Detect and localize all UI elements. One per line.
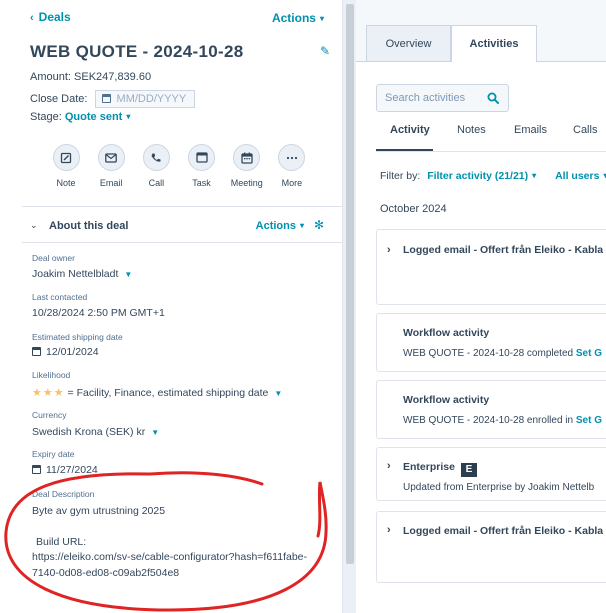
last-contacted-label: Last contacted [32, 292, 88, 302]
deal-description-line[interactable]: Byte av gym utrustning 2025 [32, 504, 165, 519]
expiry-date-label: Expiry date [32, 449, 75, 459]
caret-down-icon: ▼ [151, 428, 160, 437]
search-icon [487, 92, 499, 104]
about-section-header[interactable]: ⌄ About this deal Actions ▾ ✻ [30, 218, 324, 234]
workflow-link[interactable]: Set G [576, 415, 602, 426]
enterprise-logo-icon: E [460, 463, 477, 477]
activity-card[interactable]: Workflow activity WEB QUOTE - 2024-10-28… [376, 313, 606, 372]
note-action-button[interactable]: Note [44, 144, 88, 190]
tab-emails[interactable]: Emails [514, 124, 547, 136]
header-actions-dropdown[interactable]: Actions ▾ [272, 11, 324, 25]
sidebar-scrollbar[interactable] [342, 0, 356, 613]
caret-down-icon: ▾ [126, 112, 131, 121]
deal-amount: Amount: SEK247,839.60 [30, 71, 152, 83]
scrollbar-thumb[interactable] [346, 4, 354, 564]
chevron-left-icon: ‹ [30, 12, 34, 24]
sidebar-header: ‹ Deals Actions ▾ [30, 10, 324, 26]
activity-card[interactable]: › Enterprise E Updated from Enterprise by… [376, 447, 606, 501]
tab-calls[interactable]: Calls [573, 124, 597, 136]
call-icon [142, 144, 170, 171]
chevron-down-icon: ⌄ [30, 220, 38, 230]
meeting-icon [233, 144, 261, 171]
estimated-shipping-label: Estimated shipping date [32, 332, 123, 342]
record-tabs: Overview Activities [356, 0, 606, 63]
deal-owner-label: Deal owner [32, 253, 75, 263]
chevron-right-icon: › [387, 524, 391, 536]
gear-icon[interactable]: ✻ [314, 218, 324, 232]
caret-down-icon: ▾ [299, 221, 304, 230]
deal-description-url[interactable]: 7140-0d08-ed08-c09ab2f504e8 [32, 566, 179, 581]
back-to-deals-link[interactable]: ‹ Deals [30, 10, 71, 24]
note-icon [52, 144, 80, 171]
likelihood-label: Likelihood [32, 370, 71, 380]
call-action-button[interactable]: Call [134, 144, 178, 190]
all-users-dropdown[interactable]: All users ▾ [555, 170, 606, 182]
chevron-right-icon: › [387, 460, 391, 472]
section-divider [22, 206, 342, 207]
tab-notes[interactable]: Notes [457, 124, 486, 136]
caret-down-icon: ▾ [532, 171, 537, 180]
activity-filter-tabs: Activity Notes Emails Calls [376, 124, 606, 146]
email-icon [97, 144, 125, 171]
deal-description-line[interactable]: Build URL: [36, 535, 86, 550]
deal-sidebar: ‹ Deals Actions ▾ WEB QUOTE - 2024-10-28 ✎… [0, 0, 342, 613]
calendar-icon [101, 94, 111, 103]
workflow-link[interactable]: Set G [576, 348, 602, 359]
more-action-button[interactable]: More [270, 144, 314, 190]
close-date-row: Close Date: MM/DD/YYYY [30, 90, 196, 108]
meeting-action-button[interactable]: Meeting [225, 144, 269, 190]
filter-activity-dropdown[interactable]: Filter activity (21/21) ▾ [427, 170, 536, 182]
tab-activities[interactable]: Activities [451, 25, 537, 63]
caret-down-icon: ▼ [274, 389, 283, 398]
email-action-button[interactable]: Email [89, 144, 133, 190]
likelihood-dropdown[interactable]: ★★★ = Facility, Finance, estimated shipp… [32, 386, 282, 399]
filter-row: Filter by: Filter activity (21/21) ▾ All … [380, 170, 606, 182]
deal-description-url[interactable]: https://eleiko.com/sv-se/cable-configura… [32, 550, 307, 565]
tabs-divider [376, 151, 606, 152]
activity-card[interactable]: › Logged email - Offert från Eleiko - Ka… [376, 511, 606, 583]
task-action-button[interactable]: Task [180, 144, 224, 190]
expiry-date-value[interactable]: 11/27/2024 [32, 464, 98, 476]
search-activities-input[interactable]: Search activities [376, 84, 509, 112]
activity-card[interactable]: › Logged email - Offert från Eleiko - Ka… [376, 229, 606, 305]
caret-down-icon: ▾ [319, 14, 324, 23]
about-actions-dropdown[interactable]: Actions ▾ [256, 220, 304, 232]
quick-actions: Note Email Call Task Meeting More [44, 144, 314, 190]
task-icon [188, 144, 216, 171]
activity-card[interactable]: Workflow activity WEB QUOTE - 2024-10-28… [376, 380, 606, 439]
stage-row: Stage: Quote sent ▾ [30, 111, 131, 123]
calendar-icon [32, 347, 41, 356]
chevron-right-icon: › [387, 244, 391, 256]
estimated-shipping-value[interactable]: 12/01/2024 [32, 346, 99, 358]
more-icon [278, 144, 306, 171]
deal-owner-dropdown[interactable]: Joakim Nettelbladt ▼ [32, 268, 132, 280]
section-divider [22, 242, 342, 243]
caret-down-icon: ▼ [124, 270, 133, 279]
activities-panel: Overview Activities Search activities Ac… [356, 0, 606, 613]
month-heading: October 2024 [380, 203, 447, 215]
close-date-input[interactable]: MM/DD/YYYY [94, 90, 196, 108]
deal-description-label: Deal Description [32, 489, 95, 499]
tab-activity[interactable]: Activity [390, 124, 430, 136]
activities-content: Search activities Activity Notes Emails … [356, 62, 606, 613]
currency-dropdown[interactable]: Swedish Krona (SEK) kr ▼ [32, 426, 159, 438]
deal-title: WEB QUOTE - 2024-10-28 [30, 42, 244, 61]
tab-overview[interactable]: Overview [366, 25, 451, 62]
calendar-icon [32, 465, 41, 474]
stage-dropdown[interactable]: Quote sent ▾ [65, 111, 130, 123]
last-contacted-value: 10/28/2024 2:50 PM GMT+1 [32, 307, 165, 319]
currency-label: Currency [32, 410, 67, 420]
star-icon: ★★★ [32, 387, 65, 399]
edit-pencil-icon[interactable]: ✎ [320, 44, 330, 58]
